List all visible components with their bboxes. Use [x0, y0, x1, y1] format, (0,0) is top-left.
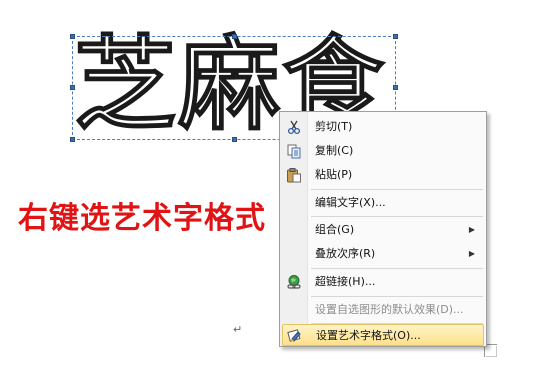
menu-item-cut[interactable]: 剪切(T)	[282, 116, 484, 138]
resize-handle-bottom[interactable]	[232, 137, 237, 142]
menu-item-group[interactable]: 组合(G) ▶	[282, 219, 484, 241]
resize-handle-top[interactable]	[232, 34, 237, 39]
submenu-arrow-icon: ▶	[468, 249, 475, 258]
resize-handle-top-left[interactable]	[70, 34, 75, 39]
instruction-caption: 右键选艺术字格式	[18, 201, 266, 236]
copy-icon	[286, 143, 302, 159]
menu-item-format-wordart[interactable]: 设置艺术字格式(O)...	[282, 324, 484, 346]
resize-handle-right[interactable]	[393, 85, 398, 90]
resize-handle-left[interactable]	[70, 85, 75, 90]
menu-item-order[interactable]: 叠放次序(R) ▶	[282, 243, 484, 265]
menu-item-paste[interactable]: 粘贴(P)	[282, 164, 484, 186]
paste-icon	[286, 167, 302, 183]
menu-item-label: 设置艺术字格式(O)...	[316, 329, 421, 342]
resize-handle-top-right[interactable]	[393, 34, 398, 39]
menu-item-label: 设置自选图形的默认效果(D)...	[315, 303, 464, 316]
resize-handle-bottom-left[interactable]	[70, 137, 75, 142]
menu-item-label: 粘贴(P)	[315, 168, 353, 181]
format-wordart-icon	[287, 328, 303, 344]
hyperlink-globe-icon	[286, 274, 302, 290]
menu-item-hyperlink[interactable]: 超链接(H)...	[282, 271, 484, 293]
paragraph-mark: ↵	[233, 323, 243, 336]
scissors-icon	[286, 119, 302, 135]
menu-separator	[311, 296, 483, 297]
menu-item-label: 组合(G)	[315, 223, 355, 236]
menu-item-label: 编辑文字(X)...	[315, 196, 386, 209]
page-corner-mark-inner	[486, 346, 497, 357]
menu-separator	[311, 216, 483, 217]
menu-separator	[311, 189, 483, 190]
menu-item-edit-text[interactable]: 编辑文字(X)...	[282, 192, 484, 214]
menu-item-default-shape-effect: 设置自选图形的默认效果(D)...	[282, 299, 484, 321]
menu-item-label: 剪切(T)	[315, 120, 353, 133]
menu-item-label: 叠放次序(R)	[315, 247, 376, 260]
context-menu: 剪切(T) 复制(C) 粘贴(P) 编辑文字(X)... 组合(G) ▶ 叠放次…	[279, 111, 487, 347]
menu-item-label: 超链接(H)...	[315, 275, 376, 288]
menu-separator	[311, 268, 483, 269]
submenu-arrow-icon: ▶	[468, 225, 475, 234]
menu-item-copy[interactable]: 复制(C)	[282, 140, 484, 162]
menu-item-label: 复制(C)	[315, 144, 354, 157]
